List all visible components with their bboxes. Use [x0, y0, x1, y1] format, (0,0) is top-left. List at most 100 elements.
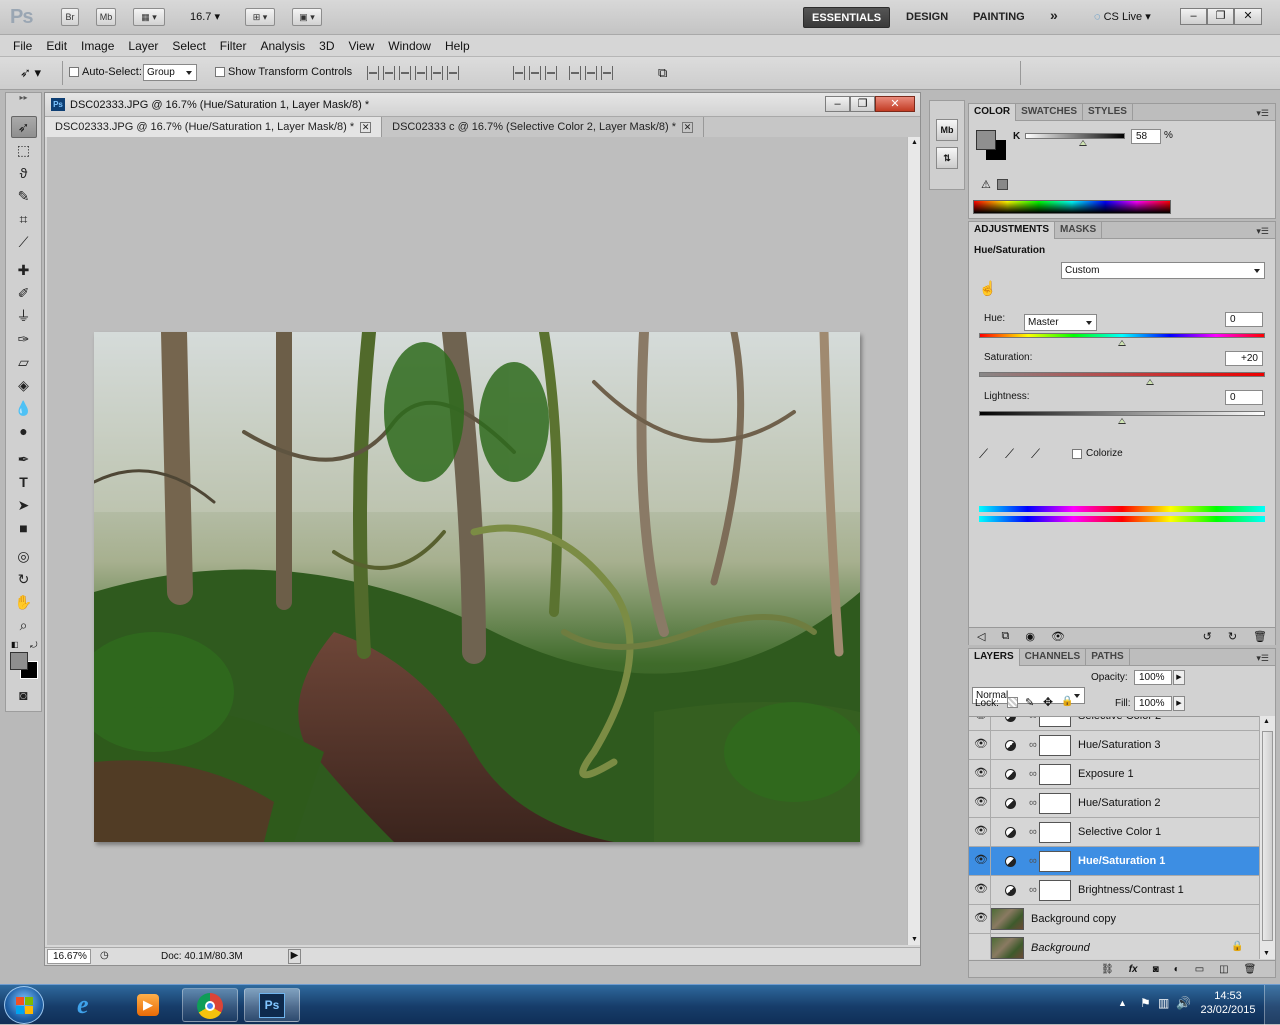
layer-mask-thumbnail[interactable]	[1039, 880, 1071, 901]
layers-scroll-thumb[interactable]	[1262, 731, 1273, 941]
quick-selection-tool-icon[interactable]: ✎	[11, 185, 37, 207]
channel-dropdown[interactable]: Master	[1024, 314, 1097, 331]
default-colors-icon[interactable]: ◧	[11, 640, 19, 649]
status-info-icon[interactable]: ◷	[100, 950, 109, 961]
menu-select[interactable]: Select	[165, 36, 212, 56]
opacity-value-field[interactable]: 100%	[1134, 670, 1172, 685]
rectangular-marquee-tool-icon[interactable]: ⬚	[11, 139, 37, 161]
menu-layer[interactable]: Layer	[121, 36, 165, 56]
layer-mask-thumbnail[interactable]	[1039, 735, 1071, 756]
k-channel-slider[interactable]	[1025, 133, 1125, 139]
return-to-list-icon[interactable]: ◁	[977, 630, 985, 643]
document-title-bar[interactable]: Ps DSC02333.JPG @ 16.7% (Hue/Saturation …	[45, 93, 920, 117]
blur-tool-icon[interactable]: 💧	[11, 397, 37, 419]
layer-row[interactable]: 👁 ∞ Hue/Saturation 3	[969, 731, 1259, 760]
cs-live-button[interactable]: ◌ CS Live ▾	[1094, 10, 1151, 23]
align-bottom-icon[interactable]	[399, 66, 411, 80]
minimize-app-button[interactable]: –	[1180, 8, 1207, 25]
visibility-toggle[interactable]: 👁	[969, 847, 991, 875]
foreground-color-swatch[interactable]	[10, 652, 28, 670]
tab-styles[interactable]: STYLES	[1083, 103, 1133, 121]
mask-link-icon[interactable]: ∞	[1029, 884, 1037, 896]
align-left-icon[interactable]	[415, 66, 427, 80]
panel-menu-icon[interactable]: ▾☰	[1256, 653, 1269, 664]
zoom-status-field[interactable]: 16.67%	[47, 949, 91, 964]
history-brush-tool-icon[interactable]: ✑	[11, 328, 37, 350]
fill-slider-arrow-icon[interactable]: ▶	[1173, 696, 1185, 711]
lightness-value-field[interactable]: 0	[1225, 390, 1263, 405]
tab-swatches[interactable]: SWATCHES	[1016, 103, 1084, 121]
delete-layer-icon[interactable]: 🗑	[1244, 964, 1257, 975]
close-tab-icon[interactable]: ✕	[682, 121, 694, 133]
mask-link-icon[interactable]: ∞	[1029, 797, 1037, 809]
history-panel-icon[interactable]: ⇅	[936, 147, 958, 169]
hue-slider[interactable]	[979, 333, 1265, 338]
hue-saturation-adjustment-icon[interactable]	[1005, 798, 1016, 809]
delete-adjustment-icon[interactable]: 🗑	[1253, 630, 1267, 643]
menu-edit[interactable]: Edit	[39, 36, 74, 56]
minimize-document-button[interactable]: –	[825, 96, 850, 112]
visibility-toggle[interactable]: 👁	[969, 905, 991, 933]
refresh-icon[interactable]: ↻	[1228, 630, 1237, 643]
distribute-hcenter-icon[interactable]	[585, 66, 597, 80]
lock-all-icon[interactable]: 🔒	[1061, 696, 1073, 707]
tab-adjustments[interactable]: ADJUSTMENTS	[969, 221, 1056, 239]
opacity-slider-arrow-icon[interactable]: ▶	[1173, 670, 1185, 685]
hue-saturation-adjustment-icon[interactable]	[1005, 769, 1016, 780]
mask-link-icon[interactable]: ∞	[1029, 717, 1037, 722]
hue-value-field[interactable]: 0	[1225, 312, 1263, 327]
show-transform-controls-checkbox[interactable]	[215, 67, 225, 77]
taskbar-internet-explorer[interactable]: e	[61, 988, 117, 1022]
menu-help[interactable]: Help	[438, 36, 477, 56]
layer-thumbnail[interactable]	[991, 937, 1024, 959]
menu-image[interactable]: Image	[74, 36, 121, 56]
mask-link-icon[interactable]: ∞	[1029, 855, 1037, 867]
layer-thumbnail[interactable]	[991, 908, 1024, 930]
visibility-toggle[interactable]	[969, 934, 991, 959]
mini-bridge-panel-icon[interactable]: Mb	[936, 119, 958, 141]
hue-saturation-adjustment-icon[interactable]	[1005, 740, 1016, 751]
close-tab-icon[interactable]: ✕	[360, 121, 372, 133]
scroll-up-icon[interactable]: ▲	[911, 139, 918, 146]
visibility-toggle[interactable]: 👁	[969, 760, 991, 788]
healing-brush-tool-icon[interactable]: ✚	[11, 259, 37, 281]
workspace-painting[interactable]: PAINTING	[965, 7, 1033, 28]
move-tool-icon[interactable]: ➶	[10, 116, 37, 138]
bridge-button[interactable]: Br	[61, 8, 79, 26]
document-tab-inactive[interactable]: DSC02333 c @ 16.7% (Selective Color 2, L…	[382, 117, 705, 137]
clone-stamp-tool-icon[interactable]: ⏚	[11, 305, 37, 327]
crop-tool-icon[interactable]: ⌗	[11, 208, 37, 230]
layer-row[interactable]: Background 🔒	[969, 934, 1259, 959]
eyedropper-tool-icon[interactable]: ⟋	[11, 231, 37, 253]
move-tool-preset-picker[interactable]: ➶ ▾	[20, 65, 41, 81]
auto-align-layers-icon[interactable]: ⧉	[658, 65, 667, 81]
link-layers-icon[interactable]: ⛓	[1101, 964, 1114, 975]
restore-document-button[interactable]: ❐	[850, 96, 875, 112]
document-canvas[interactable]	[47, 137, 907, 945]
saturation-slider[interactable]	[979, 372, 1265, 377]
saturation-value-field[interactable]: +20	[1225, 351, 1263, 366]
clip-to-layer-icon[interactable]: ⧉	[1001, 630, 1009, 643]
layers-scrollbar[interactable]: ▲ ▼	[1259, 716, 1275, 959]
view-extras-button[interactable]: ▦ ▾	[133, 8, 165, 26]
layer-row[interactable]: 👁 ∞ Hue/Saturation 2	[969, 789, 1259, 818]
lasso-tool-icon[interactable]: ϑ	[11, 162, 37, 184]
visibility-toggle[interactable]: 👁	[969, 789, 991, 817]
status-menu-arrow-icon[interactable]: ▶	[288, 949, 301, 964]
show-desktop-button[interactable]	[1264, 985, 1280, 1025]
visibility-toggle[interactable]: 👁	[969, 731, 991, 759]
lock-image-icon[interactable]: ✎	[1025, 696, 1034, 709]
visibility-toggle[interactable]: 👁	[969, 876, 991, 904]
align-vcenter-icon[interactable]	[383, 66, 395, 80]
type-tool-icon[interactable]: T	[11, 471, 37, 493]
layer-row[interactable]: 👁 ∞ Hue/Saturation 1	[969, 847, 1259, 876]
forest-path-photo[interactable]	[94, 332, 860, 842]
layer-mask-thumbnail[interactable]	[1039, 717, 1071, 727]
fill-value-field[interactable]: 100%	[1134, 696, 1172, 711]
toggle-visibility-icon[interactable]: ◉	[1025, 630, 1035, 643]
taskbar-photoshop[interactable]: Ps	[244, 988, 300, 1022]
layer-mask-thumbnail[interactable]	[1039, 764, 1071, 785]
reset-icon[interactable]: ↺	[1203, 630, 1212, 643]
lightness-slider-thumb[interactable]	[1118, 418, 1126, 424]
layer-style-icon[interactable]: fx	[1129, 964, 1138, 975]
